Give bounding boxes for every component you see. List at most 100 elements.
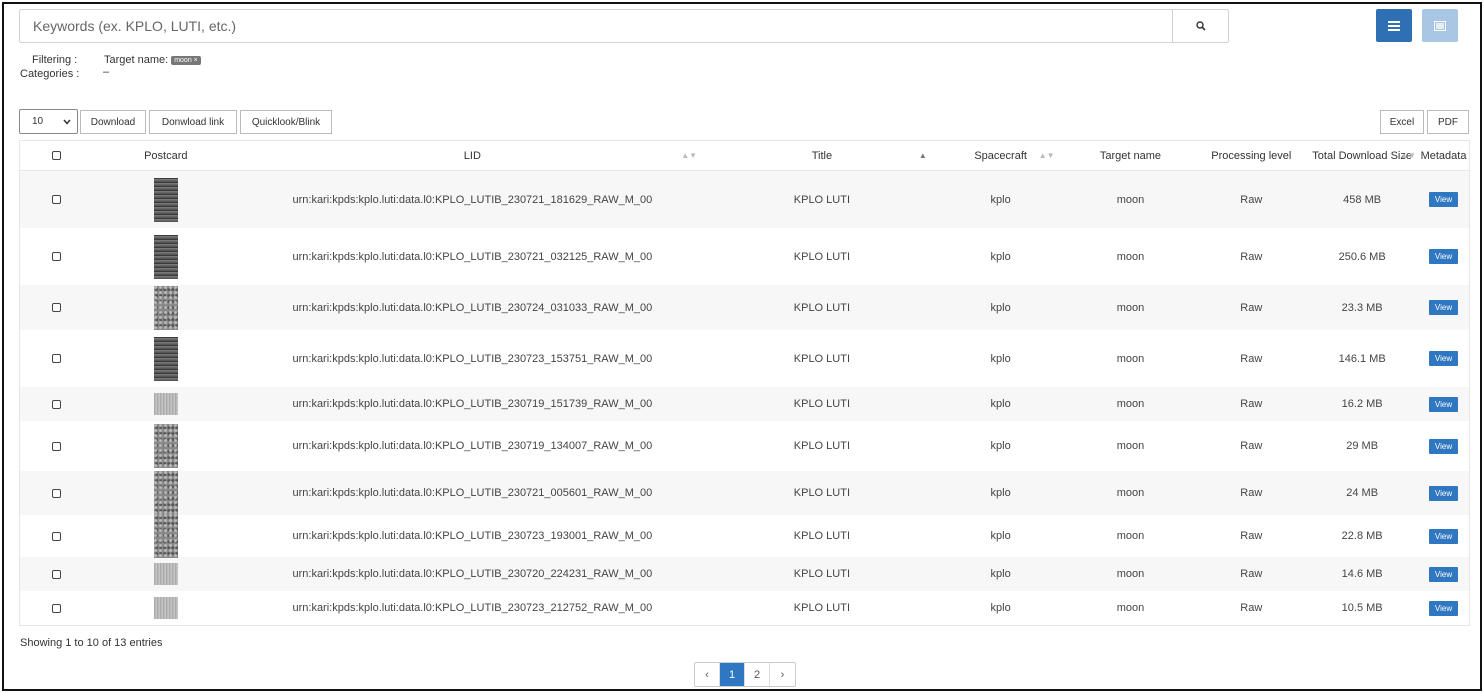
metadata-cell: View (1418, 171, 1469, 228)
row-checkbox[interactable] (52, 252, 62, 261)
title-cell: KPLO LUTI (793, 398, 851, 410)
target-filter-chip[interactable]: moon × (171, 55, 201, 65)
search-bar (19, 9, 1229, 43)
sort-icon: ▲▼ (1400, 151, 1417, 160)
col-title[interactable]: Title ▲ (707, 141, 937, 170)
page-2-button[interactable]: 2 (745, 663, 770, 686)
processing-cell: Raw (1240, 487, 1263, 499)
grid-view-button[interactable] (1422, 9, 1458, 42)
excel-export-button[interactable]: Excel (1380, 110, 1424, 134)
table-row: urn:kari:kpds:kplo.luti:data.l0:KPLO_LUT… (20, 514, 1469, 558)
categories-label: Categories : (20, 68, 80, 80)
lid-cell: urn:kari:kpds:kplo.luti:data.l0:KPLO_LUT… (292, 250, 653, 263)
spacecraft-cell: kplo (990, 398, 1011, 410)
postcard-thumbnail[interactable] (153, 563, 178, 585)
view-metadata-button[interactable]: View (1428, 566, 1459, 582)
metadata-cell: View (1418, 421, 1469, 471)
postcard-thumbnail[interactable] (153, 393, 178, 415)
row-checkbox[interactable] (52, 399, 62, 409)
categories-value: – (103, 66, 110, 78)
view-metadata-button[interactable]: View (1428, 485, 1459, 501)
spacecraft-cell: kplo (990, 352, 1011, 365)
title-cell: KPLO LUTI (793, 568, 851, 580)
lid-cell: urn:kari:kpds:kplo.luti:data.l0:KPLO_LUT… (292, 352, 653, 365)
search-button[interactable] (1172, 10, 1228, 42)
row-checkbox[interactable] (52, 569, 62, 579)
download-button[interactable]: Download (80, 110, 146, 134)
lid-cell: urn:kari:kpds:kplo.luti:data.l0:KPLO_LUT… (292, 301, 653, 314)
postcard-thumbnail[interactable] (153, 234, 178, 279)
col-spacecraft[interactable]: Spacecraft ▲▼ (937, 141, 1065, 170)
postcard-thumbnail[interactable] (153, 471, 178, 515)
processing-cell: Raw (1240, 250, 1263, 263)
lid-cell: urn:kari:kpds:kplo.luti:data.l0:KPLO_LUT… (292, 487, 653, 499)
pdf-export-button[interactable]: PDF (1427, 110, 1469, 134)
postcard-thumbnail[interactable] (153, 514, 178, 558)
lid-cell: urn:kari:kpds:kplo.luti:data.l0:KPLO_LUT… (292, 440, 653, 452)
col-lid[interactable]: LID ▲▼ (238, 141, 707, 170)
size-cell: 24 MB (1346, 487, 1379, 499)
row-checkbox[interactable] (52, 195, 62, 204)
prev-page-button[interactable]: ‹ (695, 663, 720, 686)
row-checkbox[interactable] (52, 441, 62, 451)
table-row: urn:kari:kpds:kplo.luti:data.l0:KPLO_LUT… (20, 330, 1469, 387)
postcard-cell (94, 557, 238, 591)
postcard-thumbnail[interactable] (153, 177, 178, 222)
row-checkbox[interactable] (52, 531, 62, 541)
col-target[interactable]: Target name (1065, 141, 1197, 170)
col-lid-label: LID (463, 149, 481, 162)
view-metadata-button[interactable]: View (1428, 351, 1459, 366)
row-checkbox[interactable] (52, 488, 62, 498)
postcard-cell (94, 514, 238, 558)
col-processing[interactable]: Processing level (1196, 141, 1306, 170)
metadata-cell: View (1418, 285, 1469, 330)
size-cell: 10.5 MB (1341, 602, 1383, 614)
spacecraft-cell: kplo (990, 568, 1011, 580)
postcard-thumbnail[interactable] (153, 424, 178, 468)
chevron-down-icon (63, 119, 71, 125)
postcard-cell (94, 285, 238, 330)
title-cell: KPLO LUTI (793, 193, 851, 206)
postcard-cell (94, 591, 238, 625)
processing-cell: Raw (1240, 193, 1263, 206)
row-select-cell (20, 591, 94, 625)
view-metadata-button[interactable]: View (1428, 600, 1459, 616)
postcard-cell (94, 171, 238, 228)
metadata-cell: View (1418, 228, 1469, 285)
col-size[interactable]: Total Download Size ▲▼ (1306, 141, 1418, 170)
spacecraft-cell: kplo (990, 602, 1011, 614)
postcard-cell (94, 330, 238, 387)
pagination: ‹ 1 2 › (694, 662, 796, 687)
view-metadata-button[interactable]: View (1428, 396, 1459, 412)
view-metadata-button[interactable]: View (1428, 528, 1459, 544)
download-link-button[interactable]: Donwload link (149, 110, 237, 134)
quicklook-button[interactable]: Quicklook/Blink (240, 110, 332, 134)
next-page-button[interactable]: › (770, 663, 795, 686)
postcard-thumbnail[interactable] (153, 336, 178, 381)
page-1-button[interactable]: 1 (720, 663, 745, 686)
select-all-checkbox[interactable] (52, 151, 62, 160)
processing-cell: Raw (1240, 301, 1263, 314)
metadata-cell: View (1418, 515, 1469, 557)
search-icon (1195, 21, 1206, 31)
row-checkbox[interactable] (52, 603, 62, 613)
view-metadata-button[interactable]: View (1428, 192, 1459, 207)
target-cell: moon (1116, 301, 1145, 314)
table-row: urn:kari:kpds:kplo.luti:data.l0:KPLO_LUT… (20, 591, 1469, 625)
list-view-button[interactable] (1376, 9, 1412, 42)
view-metadata-button[interactable]: View (1428, 249, 1459, 264)
view-metadata-button[interactable]: View (1428, 438, 1459, 454)
title-cell: KPLO LUTI (793, 530, 851, 542)
row-select-cell (20, 515, 94, 557)
postcard-thumbnail[interactable] (153, 285, 178, 330)
row-checkbox[interactable] (52, 303, 62, 312)
search-input[interactable] (20, 10, 1172, 42)
postcard-thumbnail[interactable] (153, 597, 178, 619)
row-checkbox[interactable] (52, 354, 62, 363)
view-metadata-button[interactable]: View (1428, 300, 1459, 315)
page-length-select[interactable]: 10 (19, 109, 78, 134)
processing-cell: Raw (1240, 568, 1263, 580)
postcard-cell (94, 228, 238, 285)
target-cell: moon (1116, 568, 1145, 580)
table-row: urn:kari:kpds:kplo.luti:data.l0:KPLO_LUT… (20, 228, 1469, 285)
